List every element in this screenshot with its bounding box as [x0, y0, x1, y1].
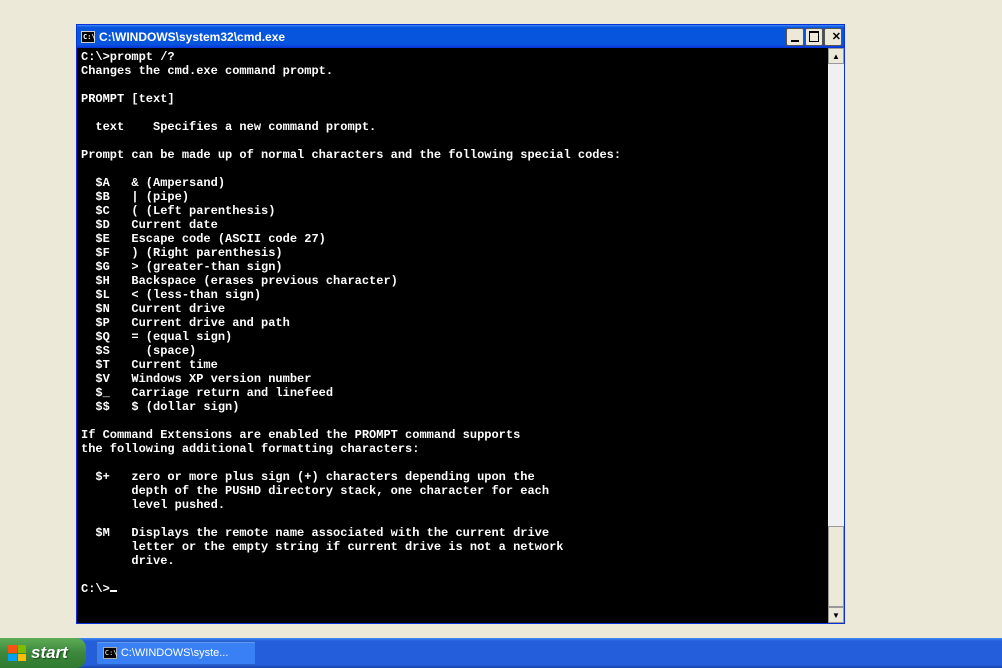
taskbar-item-cmd[interactable]: C:\ C:\WINDOWS\syste... — [96, 641, 256, 665]
scroll-down-button[interactable]: ▼ — [828, 607, 844, 623]
taskbar-item-label: C:\WINDOWS\syste... — [121, 647, 229, 659]
close-button[interactable]: ✕ — [824, 28, 842, 46]
cursor — [110, 590, 117, 592]
cmd-window: C:\ C:\WINDOWS\system32\cmd.exe ✕ C:\>pr… — [76, 24, 845, 624]
scroll-thumb[interactable] — [828, 526, 844, 607]
maximize-button[interactable] — [805, 28, 823, 46]
titlebar[interactable]: C:\ C:\WINDOWS\system32\cmd.exe ✕ — [77, 25, 844, 48]
client-area: C:\>prompt /? Changes the cmd.exe comman… — [77, 48, 844, 623]
scroll-up-button[interactable]: ▲ — [828, 48, 844, 64]
terminal-output[interactable]: C:\>prompt /? Changes the cmd.exe comman… — [77, 48, 828, 623]
taskbar: start C:\ C:\WINDOWS\syste... — [0, 638, 1002, 668]
start-label: start — [31, 643, 68, 663]
minimize-button[interactable] — [786, 28, 804, 46]
scroll-track[interactable] — [828, 64, 844, 607]
windows-logo-icon — [8, 645, 26, 661]
cmd-icon: C:\ — [81, 31, 95, 43]
vertical-scrollbar[interactable]: ▲ ▼ — [828, 48, 844, 623]
window-controls: ✕ — [786, 28, 842, 46]
start-button[interactable]: start — [0, 638, 86, 668]
cmd-icon: C:\ — [103, 647, 117, 659]
window-title: C:\WINDOWS\system32\cmd.exe — [99, 30, 786, 44]
